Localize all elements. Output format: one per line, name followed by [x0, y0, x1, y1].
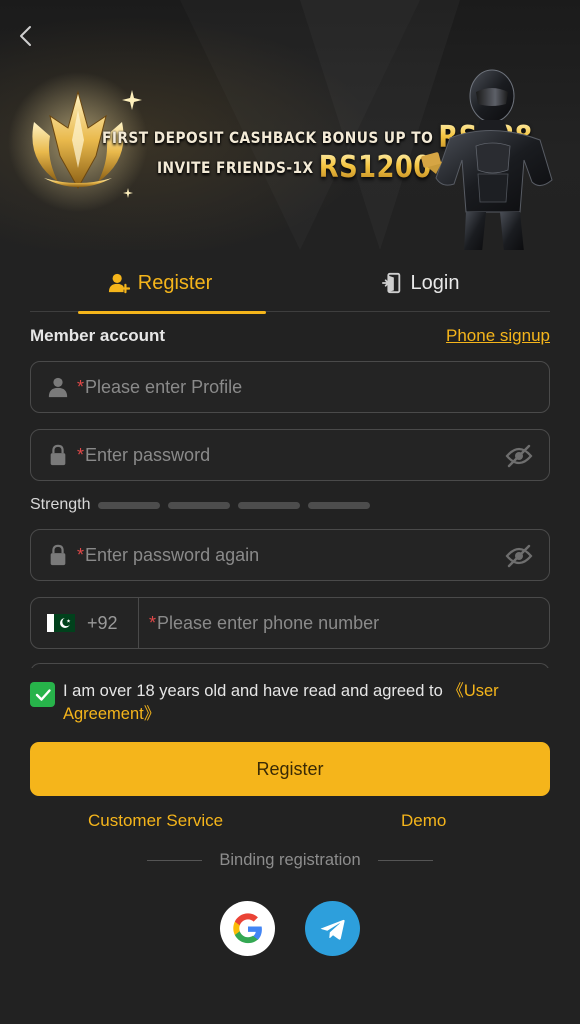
- password-strength: Strength: [30, 496, 378, 514]
- divider: [147, 860, 202, 861]
- phone-signup-link[interactable]: Phone signup: [446, 326, 550, 346]
- agreement-statement: I am over 18 years old and have read and…: [63, 682, 443, 700]
- agreement-row: I am over 18 years old and have read and…: [30, 680, 550, 726]
- binding-registration-label: Binding registration: [219, 851, 361, 869]
- banner-invite-text: INVITE FRIENDS-1X: [157, 158, 314, 177]
- required-marker: *: [77, 444, 85, 465]
- eye-off-icon[interactable]: [505, 544, 533, 568]
- chevron-left-icon: [20, 26, 31, 46]
- promo-banner[interactable]: FIRST DEPOSIT CASHBACK BONUS UP TO RS188…: [0, 0, 580, 250]
- demo-link[interactable]: Demo: [401, 811, 446, 831]
- banner-invite-amount: RS1200: [318, 150, 432, 185]
- pakistan-flag-icon: [47, 614, 75, 632]
- strength-bar: [308, 501, 371, 509]
- strength-bar: [168, 501, 231, 509]
- country-code: +92: [87, 612, 118, 633]
- password-placeholder: Enter password: [85, 444, 211, 465]
- tab-login-label: Login: [410, 271, 460, 294]
- member-account-label: Member account: [30, 326, 166, 345]
- required-marker: *: [149, 612, 157, 633]
- auth-tabs: Register Login: [30, 254, 550, 314]
- register-button[interactable]: Register: [30, 742, 550, 796]
- banner-line-invite: INVITE FRIENDS-1X RS1200: [157, 150, 432, 185]
- strength-bar: [238, 501, 301, 509]
- telegram-icon: [320, 919, 345, 940]
- required-marker: *: [77, 376, 85, 397]
- agreement-text: I am over 18 years old and have read and…: [63, 680, 550, 726]
- phone-input[interactable]: +92 * Please enter phone number: [30, 597, 550, 649]
- agreement-checkbox[interactable]: [30, 682, 55, 707]
- register-page: FIRST DEPOSIT CASHBACK BONUS UP TO RS188…: [0, 0, 580, 1024]
- password-confirm-placeholder: Enter password again: [85, 544, 260, 565]
- profile-placeholder: Please enter Profile: [85, 376, 243, 397]
- robot-mascot-image: [420, 62, 580, 250]
- google-icon: [232, 912, 262, 943]
- user-plus-icon: [108, 273, 130, 294]
- password-input[interactable]: * Enter password: [30, 429, 550, 481]
- binding-registration: Binding registration: [147, 851, 433, 870]
- customer-service-link[interactable]: Customer Service: [88, 811, 223, 831]
- user-icon: [48, 377, 68, 398]
- back-button[interactable]: [12, 22, 38, 50]
- lock-icon: [50, 444, 66, 466]
- phone-placeholder: Please enter phone number: [157, 612, 380, 633]
- tab-register[interactable]: Register: [30, 254, 290, 314]
- phone-placeholder-wrap: * Please enter phone number: [139, 613, 379, 634]
- google-signup-button[interactable]: [220, 901, 275, 956]
- strength-label: Strength: [30, 496, 91, 513]
- login-door-icon: [381, 272, 400, 294]
- telegram-signup-button[interactable]: [305, 901, 360, 956]
- required-marker: *: [77, 544, 85, 565]
- eye-off-icon[interactable]: [505, 444, 533, 468]
- profile-input[interactable]: * Please enter Profile: [30, 361, 550, 413]
- banner-bonus-text: FIRST DEPOSIT CASHBACK BONUS UP TO: [102, 128, 434, 147]
- check-icon: [35, 688, 51, 701]
- strength-bar: [98, 501, 161, 509]
- tab-register-label: Register: [137, 271, 213, 294]
- lock-icon: [50, 544, 66, 566]
- country-code-selector[interactable]: +92: [31, 598, 139, 648]
- divider: [378, 860, 433, 861]
- password-confirm-input[interactable]: * Enter password again: [30, 529, 550, 581]
- tab-login[interactable]: Login: [290, 254, 550, 312]
